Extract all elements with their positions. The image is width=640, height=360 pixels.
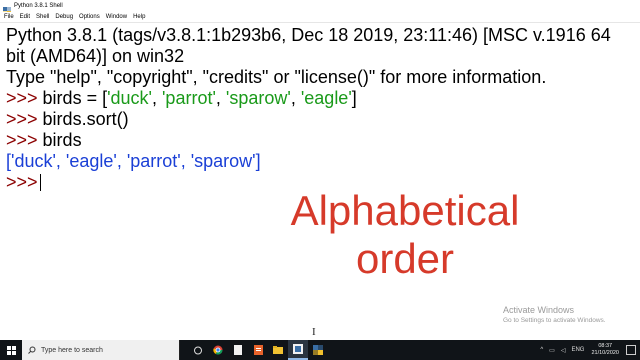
separator: , — [215, 88, 226, 108]
menu-debug[interactable]: Debug — [55, 14, 73, 20]
command-line-1: >>> birds = ['duck', 'parrot', 'sparow',… — [6, 88, 357, 108]
menu-window[interactable]: Window — [106, 14, 127, 20]
prompt: >>> — [6, 172, 38, 192]
clock-date: 21/10/2020 — [591, 350, 619, 356]
string-literal: 'eagle' — [300, 88, 352, 108]
menu-options[interactable]: Options — [79, 14, 100, 20]
menu-file[interactable]: File — [4, 14, 14, 20]
notification-icon[interactable] — [626, 345, 636, 355]
separator: , — [151, 88, 162, 108]
banner-line-3: Type "help", "copyright", "credits" or "… — [6, 67, 547, 87]
clock[interactable]: 08:37 21/10/2020 — [591, 343, 619, 357]
command-line-3: >>> birds — [6, 130, 82, 150]
command-text: birds — [37, 130, 82, 150]
search-icon — [28, 346, 36, 354]
battery-icon[interactable]: ▭ — [549, 347, 555, 354]
overlay-title-line-1: Alphabetical — [290, 187, 520, 234]
command-line-2: >>> birds.sort() — [6, 109, 129, 129]
mouse-ibeam-icon: I — [312, 326, 316, 338]
activate-windows-title: Activate Windows — [503, 305, 575, 315]
command-text: birds = [ — [37, 88, 108, 108]
menu-bar: File Edit Shell Debug Options Window Hel… — [0, 12, 640, 23]
system-tray: ^ ▭ ◁ ENG 08:37 21/10/2020 — [537, 340, 640, 360]
task-view-icon[interactable] — [188, 340, 208, 360]
start-button[interactable] — [0, 340, 22, 360]
input-line[interactable]: >>> — [6, 172, 41, 192]
chevron-up-icon[interactable]: ^ — [540, 347, 543, 353]
activate-windows-subtitle: Go to Settings to activate Windows. — [503, 317, 606, 324]
clock-time: 08:37 — [598, 343, 613, 349]
command-text: birds.sort() — [37, 109, 129, 129]
file-explorer-icon[interactable] — [268, 340, 288, 360]
python-idle-taskbar-icon[interactable] — [288, 340, 308, 360]
banner-line-1: Python 3.8.1 (tags/v3.8.1:1b293b6, Dec 1… — [6, 25, 611, 45]
taskbar-search[interactable]: Type here to search — [22, 340, 180, 360]
prompt: >>> — [6, 130, 38, 150]
taskbar: Type here to search ^ ▭ ◁ ENG 08:37 21/1… — [0, 340, 640, 360]
text-cursor — [39, 174, 41, 191]
windows-logo-icon — [6, 345, 16, 355]
pdf-icon[interactable] — [248, 340, 268, 360]
prompt: >>> — [6, 109, 38, 129]
menu-help[interactable]: Help — [133, 14, 145, 20]
string-literal: 'duck' — [107, 88, 152, 108]
separator: , — [290, 88, 301, 108]
string-literal: 'parrot' — [162, 88, 216, 108]
prompt: >>> — [6, 88, 38, 108]
output-line: ['duck', 'eagle', 'parrot', 'sparow'] — [6, 151, 261, 171]
language-indicator[interactable]: ENG — [571, 347, 584, 353]
shell-text-area[interactable]: Python 3.8.1 (tags/v3.8.1:1b293b6, Dec 1… — [0, 23, 640, 340]
python-taskbar-icon[interactable] — [308, 340, 328, 360]
string-literal: 'sparow' — [225, 88, 291, 108]
search-placeholder: Type here to search — [41, 346, 103, 354]
banner-line-2: bit (AMD64)] on win32 — [6, 46, 185, 66]
window-title: Python 3.8.1 Shell — [14, 3, 63, 9]
file-icon[interactable] — [228, 340, 248, 360]
title-bar: Python 3.8.1 Shell — [0, 0, 640, 15]
python-icon — [3, 2, 11, 15]
menu-shell[interactable]: Shell — [36, 14, 49, 20]
menu-edit[interactable]: Edit — [20, 14, 30, 20]
volume-icon[interactable]: ◁ — [561, 347, 566, 354]
overlay-title-line-2: order — [355, 235, 455, 282]
close-bracket: ] — [351, 88, 357, 108]
chrome-icon[interactable] — [208, 340, 228, 360]
